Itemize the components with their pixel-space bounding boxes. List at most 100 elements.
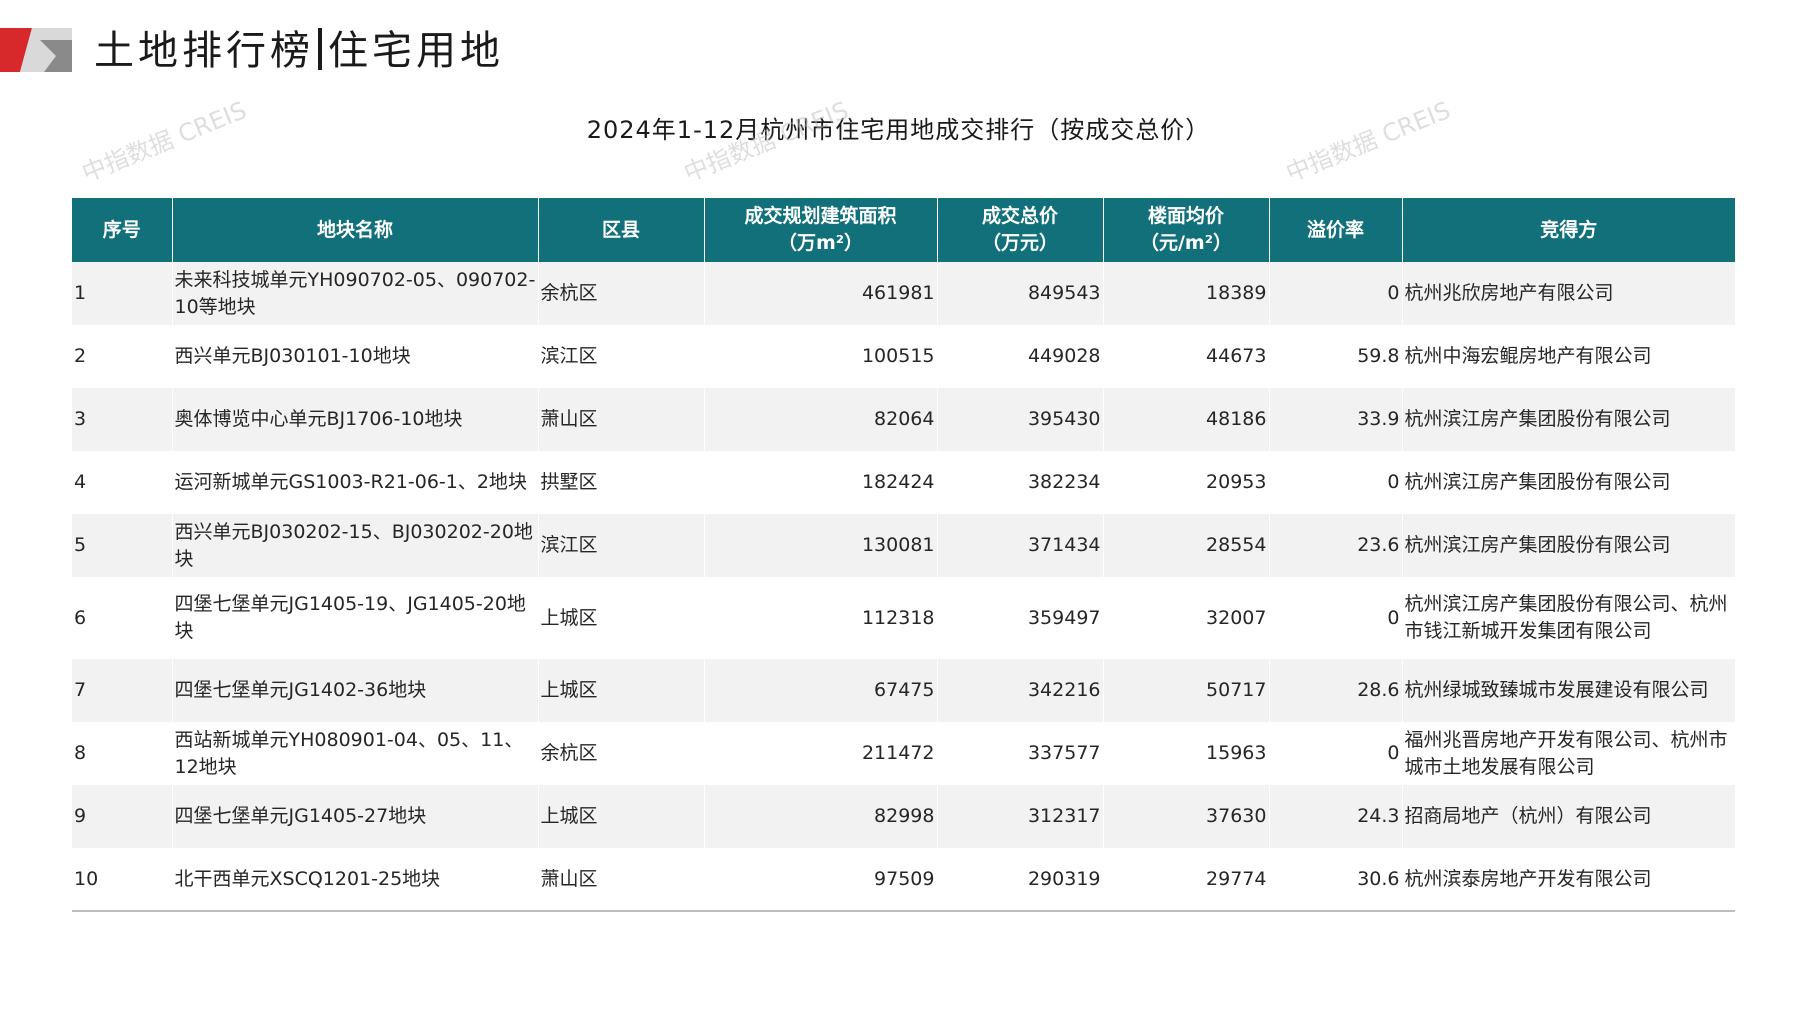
column-header-unit-price: 楼面均价 （元/m²） (1103, 198, 1270, 262)
cell-rank: 9 (72, 785, 173, 848)
cell-premium: 28.6 (1269, 659, 1403, 722)
cell-area: 112318 (704, 577, 938, 659)
cell-winner: 杭州滨泰房地产开发有限公司 (1402, 848, 1735, 912)
cell-price: 449028 (937, 325, 1104, 388)
cell-rank: 3 (72, 388, 173, 451)
table-row: 7 四堡七堡单元JG1402-36地块 上城区 67475 342216 507… (72, 659, 1735, 722)
cell-price: 382234 (937, 451, 1104, 514)
page-title-main: 土地排行榜 (94, 28, 314, 74)
cell-district: 上城区 (538, 785, 705, 848)
cell-district: 上城区 (538, 659, 705, 722)
cell-rank: 5 (72, 514, 173, 577)
cell-premium: 24.3 (1269, 785, 1403, 848)
cell-area: 97509 (704, 848, 938, 912)
cell-price: 290319 (937, 848, 1104, 912)
table-row: 3 奥体博览中心单元BJ1706-10地块 萧山区 82064 395430 4… (72, 388, 1735, 451)
cell-name: 西站新城单元YH080901-04、05、11、12地块 (172, 722, 539, 785)
cell-price: 312317 (937, 785, 1104, 848)
cell-district: 拱墅区 (538, 451, 705, 514)
column-header-area: 成交规划建筑面积 （万m²） (704, 198, 938, 262)
land-ranking-table: 序号 地块名称 区县 成交规划建筑面积 （万m²） 成交总价 （万元） 楼面均价 （元… (72, 198, 1735, 912)
cell-winner: 招商局地产（杭州）有限公司 (1402, 785, 1735, 848)
cell-unit-price: 20953 (1103, 451, 1270, 514)
cell-price: 849543 (937, 262, 1104, 325)
cell-premium: 23.6 (1269, 514, 1403, 577)
cell-rank: 10 (72, 848, 173, 912)
cell-name: 运河新城单元GS1003-R21-06-1、2地块 (172, 451, 539, 514)
cell-winner: 杭州滨江房产集团股份有限公司、杭州市钱江新城开发集团有限公司 (1402, 577, 1735, 659)
cell-district: 余杭区 (538, 722, 705, 785)
cell-winner: 福州兆晋房地产开发有限公司、杭州市城市土地发展有限公司 (1402, 722, 1735, 785)
cell-price: 342216 (937, 659, 1104, 722)
cell-rank: 4 (72, 451, 173, 514)
cell-area: 130081 (704, 514, 938, 577)
column-header-name: 地块名称 (172, 198, 539, 262)
cell-rank: 2 (72, 325, 173, 388)
cell-name: 未来科技城单元YH090702-05、090702-10等地块 (172, 262, 539, 325)
table-row: 1 未来科技城单元YH090702-05、090702-10等地块 余杭区 46… (72, 262, 1735, 325)
cell-district: 萧山区 (538, 848, 705, 912)
cell-unit-price: 28554 (1103, 514, 1270, 577)
cell-premium: 59.8 (1269, 325, 1403, 388)
cell-winner: 杭州绿城致臻城市发展建设有限公司 (1402, 659, 1735, 722)
table-row: 6 四堡七堡单元JG1405-19、JG1405-20地块 上城区 112318… (72, 577, 1735, 659)
cell-district: 上城区 (538, 577, 705, 659)
cell-name: 北干西单元XSCQ1201-25地块 (172, 848, 539, 912)
table-row: 9 四堡七堡单元JG1405-27地块 上城区 82998 312317 376… (72, 785, 1735, 848)
column-header-price: 成交总价 （万元） (937, 198, 1104, 262)
cell-district: 滨江区 (538, 514, 705, 577)
cell-premium: 0 (1269, 577, 1403, 659)
brand-logo-mark (0, 28, 72, 72)
cell-area: 82064 (704, 388, 938, 451)
cell-name: 四堡七堡单元JG1402-36地块 (172, 659, 539, 722)
cell-winner: 杭州滨江房产集团股份有限公司 (1402, 514, 1735, 577)
cell-rank: 7 (72, 659, 173, 722)
cell-winner: 杭州滨江房产集团股份有限公司 (1402, 388, 1735, 451)
table-row: 8 西站新城单元YH080901-04、05、11、12地块 余杭区 21147… (72, 722, 1735, 785)
cell-premium: 0 (1269, 722, 1403, 785)
cell-premium: 0 (1269, 262, 1403, 325)
page-title: 土地排行榜 住宅用地 (94, 18, 504, 76)
cell-winner: 杭州兆欣房地产有限公司 (1402, 262, 1735, 325)
cell-area: 211472 (704, 722, 938, 785)
cell-unit-price: 48186 (1103, 388, 1270, 451)
cell-unit-price: 29774 (1103, 848, 1270, 912)
cell-area: 461981 (704, 262, 938, 325)
cell-area: 182424 (704, 451, 938, 514)
cell-district: 萧山区 (538, 388, 705, 451)
table-row: 4 运河新城单元GS1003-R21-06-1、2地块 拱墅区 182424 3… (72, 451, 1735, 514)
cell-premium: 0 (1269, 451, 1403, 514)
table-title: 2024年1-12月杭州市住宅用地成交排行（按成交总价） (586, 116, 1211, 144)
cell-area: 67475 (704, 659, 938, 722)
cell-price: 371434 (937, 514, 1104, 577)
table-row: 10 北干西单元XSCQ1201-25地块 萧山区 97509 290319 2… (72, 848, 1735, 912)
column-header-district: 区县 (538, 198, 705, 262)
cell-unit-price: 44673 (1103, 325, 1270, 388)
cell-area: 100515 (704, 325, 938, 388)
cell-price: 359497 (937, 577, 1104, 659)
cell-winner: 杭州中海宏鲲房地产有限公司 (1402, 325, 1735, 388)
cell-winner: 杭州滨江房产集团股份有限公司 (1402, 451, 1735, 514)
cell-district: 余杭区 (538, 262, 705, 325)
cell-price: 337577 (937, 722, 1104, 785)
cell-area: 82998 (704, 785, 938, 848)
cell-name: 四堡七堡单元JG1405-19、JG1405-20地块 (172, 577, 539, 659)
cell-premium: 30.6 (1269, 848, 1403, 912)
cell-unit-price: 32007 (1103, 577, 1270, 659)
cell-rank: 1 (72, 262, 173, 325)
cell-district: 滨江区 (538, 325, 705, 388)
cell-premium: 33.9 (1269, 388, 1403, 451)
table-row: 2 西兴单元BJ030101-10地块 滨江区 100515 449028 44… (72, 325, 1735, 388)
title-separator (318, 28, 322, 70)
cell-price: 395430 (937, 388, 1104, 451)
cell-name: 西兴单元BJ030101-10地块 (172, 325, 539, 388)
cell-rank: 8 (72, 722, 173, 785)
cell-unit-price: 50717 (1103, 659, 1270, 722)
column-header-winner: 竞得方 (1402, 198, 1735, 262)
page-title-sub: 住宅用地 (328, 28, 504, 74)
cell-name: 西兴单元BJ030202-15、BJ030202-20地块 (172, 514, 539, 577)
table-header-row: 序号 地块名称 区县 成交规划建筑面积 （万m²） 成交总价 （万元） 楼面均价 （元… (72, 198, 1735, 262)
table-row: 5 西兴单元BJ030202-15、BJ030202-20地块 滨江区 1300… (72, 514, 1735, 577)
cell-name: 四堡七堡单元JG1405-27地块 (172, 785, 539, 848)
cell-unit-price: 37630 (1103, 785, 1270, 848)
